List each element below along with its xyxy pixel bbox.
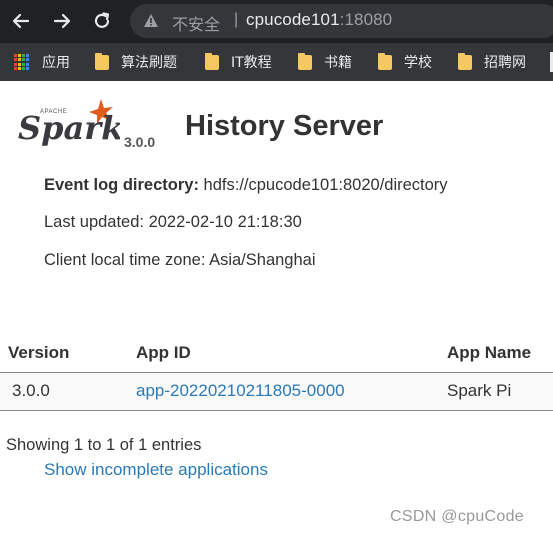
apps-grid-dot (22, 58, 25, 62)
bookmarks-bar: 应用 算法刷题 IT教程 书籍 学校 招聘网 (0, 43, 553, 81)
apps-grid-dot (26, 62, 29, 66)
entries-summary: Showing 1 to 1 of 1 entries (6, 436, 202, 454)
bookmark-folder[interactable]: 书籍 (298, 52, 352, 72)
back-button[interactable] (8, 8, 34, 34)
separator: | (234, 11, 239, 28)
forward-button[interactable] (49, 8, 75, 34)
apps-grid-dot (26, 54, 29, 57)
spark-logo[interactable]: APACHE Spark (18, 97, 120, 149)
app-id-link[interactable]: app-20220210211805-0000 (136, 381, 345, 400)
column-header-app-name[interactable]: App Name (439, 334, 553, 373)
bookmark-label: 学校 (404, 55, 432, 71)
security-status: 不安全 (172, 15, 221, 34)
apps-grid-dot (22, 62, 25, 66)
reload-button[interactable] (89, 8, 115, 34)
url-text[interactable]: cpucode101:18080 (246, 10, 392, 30)
bookmark-folder[interactable]: 学校 (378, 52, 432, 72)
cell-app-name: Spark Pi (439, 372, 553, 411)
apps-grid-dot (14, 66, 17, 70)
apps-grid-icon (14, 54, 30, 70)
url-port: :18080 (339, 10, 393, 29)
page-title: History Server (185, 110, 384, 142)
bookmark-label: 书籍 (324, 55, 352, 71)
bookmark-folder[interactable]: IT教程 (205, 52, 272, 72)
folder-icon (458, 52, 472, 70)
apps-grid-dot (14, 54, 17, 57)
last-updated: Last updated: 2022-02-10 21:18:30 (44, 213, 302, 231)
arrow-right-icon (53, 13, 71, 29)
apps-grid-dot (18, 58, 21, 62)
folder-icon (205, 52, 219, 70)
bookmark-label: 应用 (42, 55, 70, 71)
applications-table: Version App ID App Name 3.0.0 app-202202… (0, 334, 553, 411)
bookmark-label: 算法刷题 (121, 55, 177, 71)
column-header-app-id[interactable]: App ID (128, 334, 439, 373)
apps-grid-dot (14, 58, 17, 62)
apps-grid-dot (14, 62, 17, 66)
table-row: 3.0.0 app-20220210211805-0000 Spark Pi (0, 372, 553, 411)
reload-icon (94, 12, 110, 28)
apps-grid-dot (26, 66, 29, 70)
apps-grid-dot (22, 66, 25, 70)
cell-version: 3.0.0 (0, 372, 128, 411)
spark-version: 3.0.0 (124, 134, 156, 150)
apps-grid-dot (22, 54, 25, 57)
warning-icon[interactable] (143, 13, 159, 28)
folder-icon (378, 52, 392, 70)
bookmark-folder[interactable]: 算法刷题 (95, 52, 177, 72)
event-log-label: Event log directory: (44, 176, 199, 194)
arrow-left-icon (12, 13, 30, 29)
timezone: Client local time zone: Asia/Shanghai (44, 251, 316, 269)
apps-grid-dot (18, 54, 21, 57)
svg-text:Spark: Spark (18, 109, 120, 147)
apps-grid-dot (18, 62, 21, 66)
apps-grid-dot (26, 58, 29, 62)
url-host: cpucode101 (246, 10, 340, 29)
apps-grid-dot (18, 66, 21, 70)
column-header-version[interactable]: Version (0, 334, 128, 373)
event-log-value: hdfs://cpucode101:8020/directory (203, 176, 448, 194)
show-incomplete-link[interactable]: Show incomplete applications (44, 460, 268, 480)
bookmark-label: 招聘网 (484, 55, 526, 71)
browser-toolbar: 不安全 | cpucode101:18080 (0, 0, 553, 43)
table-header-row: Version App ID App Name (0, 334, 553, 373)
folder-icon (95, 52, 109, 70)
bookmark-folder[interactable]: 招聘网 (458, 52, 526, 72)
address-bar[interactable]: 不安全 | cpucode101:18080 (130, 4, 553, 38)
watermark: CSDN @cpuCode (390, 508, 524, 525)
event-log-line: Event log directory: hdfs://cpucode101:8… (44, 176, 448, 195)
cell-app-id: app-20220210211805-0000 (128, 372, 439, 411)
bookmark-apps[interactable]: 应用 (14, 52, 70, 72)
bookmark-label: IT教程 (231, 55, 272, 71)
folder-icon (298, 52, 312, 70)
